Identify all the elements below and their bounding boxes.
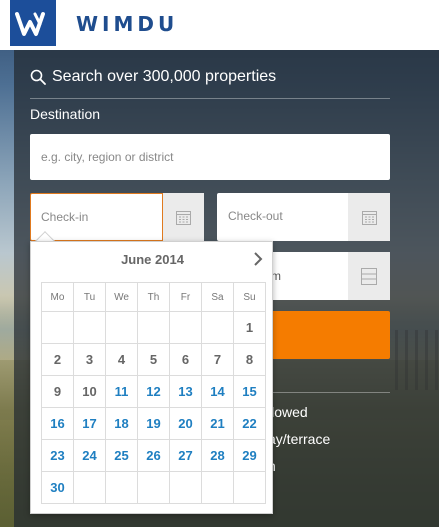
chevron-right-icon[interactable] <box>251 251 265 267</box>
day-cell-empty <box>105 311 138 344</box>
day-cell-empty <box>137 311 170 344</box>
search-heading-text: Search over 300,000 properties <box>52 68 277 85</box>
checkout-field[interactable]: Check-out <box>217 193 390 241</box>
datepicker-week-row: 1 <box>41 311 266 344</box>
day-cell-available[interactable]: 14 <box>201 375 234 408</box>
day-cell-available[interactable]: 23 <box>41 439 74 472</box>
destination-placeholder: e.g. city, region or district <box>41 150 174 164</box>
day-cell-available[interactable]: 16 <box>41 407 74 440</box>
day-cell-unavailable: 3 <box>73 343 106 376</box>
day-cell-unavailable: 9 <box>41 375 74 408</box>
brand-name[interactable]: WIMDU <box>76 12 178 36</box>
day-cell-unavailable: 10 <box>73 375 106 408</box>
day-cell-available[interactable]: 26 <box>137 439 170 472</box>
day-cell-available[interactable]: 29 <box>233 439 266 472</box>
datepicker-week-row: 23 24 25 26 27 28 29 <box>41 439 266 472</box>
datepicker-week-row: 9 10 11 12 13 14 15 <box>41 375 266 408</box>
day-cell-unavailable: 8 <box>233 343 266 376</box>
day-cell-available[interactable]: 21 <box>201 407 234 440</box>
checkout-calendar-button[interactable] <box>348 193 390 241</box>
day-cell-empty <box>137 471 170 504</box>
day-cell-available[interactable]: 19 <box>137 407 170 440</box>
day-cell-available[interactable]: 24 <box>73 439 106 472</box>
weekday-header: Sa <box>201 282 234 312</box>
checkout-placeholder: Check-out <box>228 209 283 223</box>
day-cell-empty <box>73 311 106 344</box>
datepicker-week-row: 16 17 18 19 20 21 22 <box>41 407 266 440</box>
search-heading: Search over 300,000 properties <box>30 68 276 86</box>
guests-dropdown-button[interactable] <box>348 252 390 300</box>
day-cell-available[interactable]: 13 <box>169 375 202 408</box>
calendar-icon <box>361 210 377 225</box>
wimdu-logo-icon[interactable] <box>10 0 56 46</box>
day-cell-available[interactable]: 17 <box>73 407 106 440</box>
day-cell-unavailable: 6 <box>169 343 202 376</box>
datepicker-week-row: 2345678 <box>41 343 266 376</box>
day-cell-unavailable: 5 <box>137 343 170 376</box>
day-cell-available[interactable]: 20 <box>169 407 202 440</box>
checkin-field[interactable]: Check-in <box>30 193 204 241</box>
filter-option-balcony[interactable]: ay/terrace <box>268 431 330 447</box>
destination-label: Destination <box>30 106 101 122</box>
day-cell-empty <box>201 311 234 344</box>
day-cell-available[interactable]: 28 <box>201 439 234 472</box>
day-cell-available[interactable]: 22 <box>233 407 266 440</box>
checkin-placeholder: Check-in <box>41 210 89 224</box>
day-cell-unavailable: 4 <box>105 343 138 376</box>
day-cell-empty <box>41 311 74 344</box>
day-cell-available[interactable]: 25 <box>105 439 138 472</box>
weekday-header: Mo <box>41 282 74 312</box>
weekday-header: We <box>105 282 138 312</box>
datepicker-week-row: 30 <box>41 471 266 504</box>
day-cell-available[interactable]: 15 <box>233 375 266 408</box>
day-cell-empty <box>201 471 234 504</box>
day-cell-available[interactable]: 27 <box>169 439 202 472</box>
datepicker-month-label: June 2014 <box>121 252 184 267</box>
day-cell-available[interactable]: 30 <box>41 471 74 504</box>
divider <box>30 98 390 99</box>
datepicker: June 2014 Mo Tu We Th Fr Sa Su 1 2 3 4 5 6 7 8 9 10 11 12 1… <box>30 241 273 514</box>
weekday-header: Su <box>233 282 266 312</box>
day-cell-empty <box>169 471 202 504</box>
day-cell-empty <box>169 311 202 344</box>
day-cell-empty <box>105 471 138 504</box>
day-cell-unavailable: 7 <box>201 343 234 376</box>
day-cell-unavailable: 1 <box>233 311 266 344</box>
weekday-header: Th <box>137 282 170 312</box>
weekday-header: Fr <box>169 282 202 312</box>
day-cell-available[interactable]: 12 <box>137 375 170 408</box>
day-cell-empty <box>73 471 106 504</box>
site-header: WIMDU <box>0 0 439 50</box>
day-cell-available[interactable]: 11 <box>105 375 138 408</box>
calendar-icon <box>176 210 191 225</box>
filter-option-pets[interactable]: llowed <box>268 404 308 420</box>
datepicker-grid: Mo Tu We Th Fr Sa Su 1 2 3 4 5 6 7 8 9 10 11 12 13 14 15 16 17 1… <box>41 282 266 504</box>
checkin-calendar-button[interactable] <box>162 193 204 241</box>
day-cell-empty <box>233 471 266 504</box>
day-cell-available[interactable]: 18 <box>105 407 138 440</box>
search-icon <box>30 69 46 85</box>
list-icon <box>361 267 377 285</box>
destination-input[interactable]: e.g. city, region or district <box>30 134 390 180</box>
weekday-header: Tu <box>73 282 106 312</box>
day-cell-unavailable: 2 <box>41 343 74 376</box>
